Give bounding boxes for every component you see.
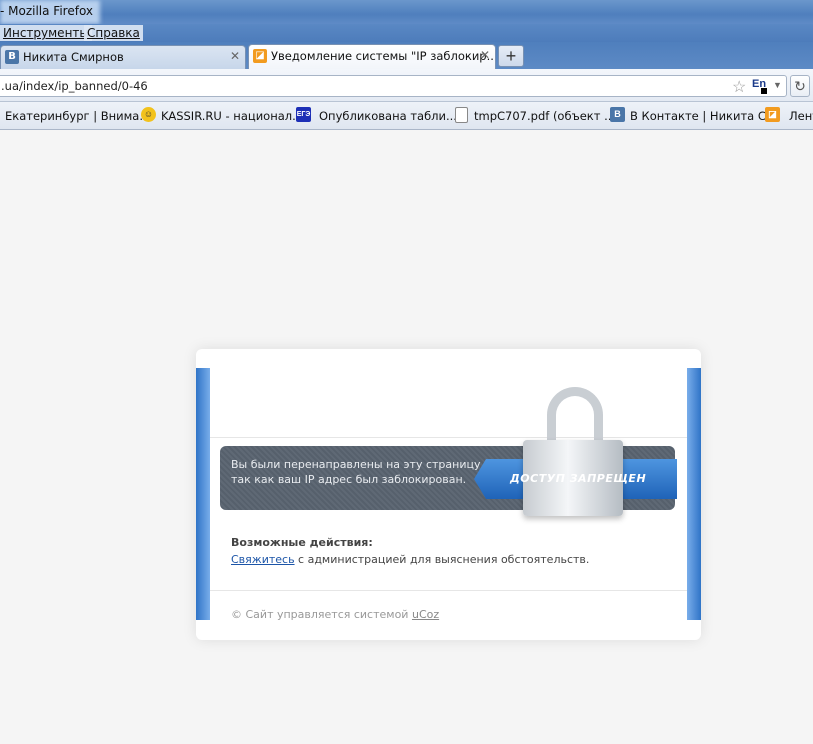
message-line-1: Вы были перенаправлены на эту страницу, [231, 458, 484, 471]
close-icon[interactable]: ✕ [230, 49, 240, 63]
kassir-icon: ☺ [141, 107, 156, 122]
vk-icon: B [5, 50, 19, 64]
bookmark-item[interactable]: Екатеринбург | Внима... [5, 109, 150, 123]
url-text[interactable]: .ua/index/ip_banned/0-46 [1, 79, 148, 93]
ege-icon: ЕГЭ [296, 107, 311, 122]
right-ribbon [687, 368, 701, 620]
reload-button[interactable]: ↻ [790, 75, 810, 97]
window-titlebar: - Mozilla Firefox [0, 0, 813, 24]
menu-help[interactable]: Справка [84, 25, 143, 41]
footer: © Сайт управляется системой uCoz [231, 608, 439, 621]
menu-tools[interactable]: Инструменты [0, 25, 92, 41]
language-indicator-square [761, 88, 767, 94]
bookmark-item[interactable]: Лент [789, 109, 813, 123]
bookmark-item[interactable]: KASSIR.RU - национал... [161, 109, 303, 123]
menu-bar: Инструменты Справка [0, 24, 813, 42]
reload-icon: ↻ [794, 78, 806, 94]
tab-label: Уведомление системы "IP заблокир... [271, 49, 496, 63]
close-icon[interactable]: ✕ [480, 48, 490, 62]
window-title: - Mozilla Firefox [0, 4, 94, 18]
contact-link[interactable]: Свяжитесь [231, 553, 295, 566]
message-line-2: так как ваш IP адрес был заблокирован. [231, 473, 467, 486]
bookmark-star-icon[interactable]: ☆ [732, 77, 746, 97]
document-icon [455, 107, 468, 123]
bookmark-item[interactable]: Опубликована табли... [319, 109, 457, 123]
access-denied-label: ДОСТУП ЗАПРЕЩЕН [510, 472, 647, 485]
actions-title: Возможные действия: [231, 536, 373, 549]
ucoz-link[interactable]: uCoz [412, 608, 439, 621]
footer-text: © Сайт управляется системой [231, 608, 412, 621]
chevron-down-icon[interactable]: ▼ [773, 80, 782, 90]
rss-icon: ◪ [765, 107, 780, 122]
divider [210, 590, 687, 591]
url-bar[interactable]: .ua/index/ip_banned/0-46 ☆ En ▼ [0, 75, 787, 97]
divider [210, 437, 687, 438]
left-ribbon [196, 368, 210, 620]
actions-text: с администрацией для выяснения обстоятел… [294, 553, 590, 566]
new-tab-button[interactable]: + [498, 45, 524, 67]
bookmark-item[interactable]: tmpC707.pdf (объект ... [474, 109, 615, 123]
actions-line: Свяжитесь с администрацией для выяснения… [231, 553, 589, 566]
bookmarks-bar: Екатеринбург | Внима... ☺ KASSIR.RU - на… [0, 102, 813, 130]
tab-label: Никита Смирнов [23, 50, 124, 64]
ucoz-icon: ◪ [253, 49, 267, 63]
tab-ip-blocked[interactable]: ◪ Уведомление системы "IP заблокир... ✕ [248, 44, 496, 69]
bookmark-item[interactable]: В Контакте | Никита С... [630, 109, 777, 123]
navigation-bar: .ua/index/ip_banned/0-46 ☆ En ▼ [0, 69, 813, 102]
vk-icon: B [610, 107, 625, 122]
tab-vk[interactable]: B Никита Смирнов ✕ [0, 45, 246, 69]
